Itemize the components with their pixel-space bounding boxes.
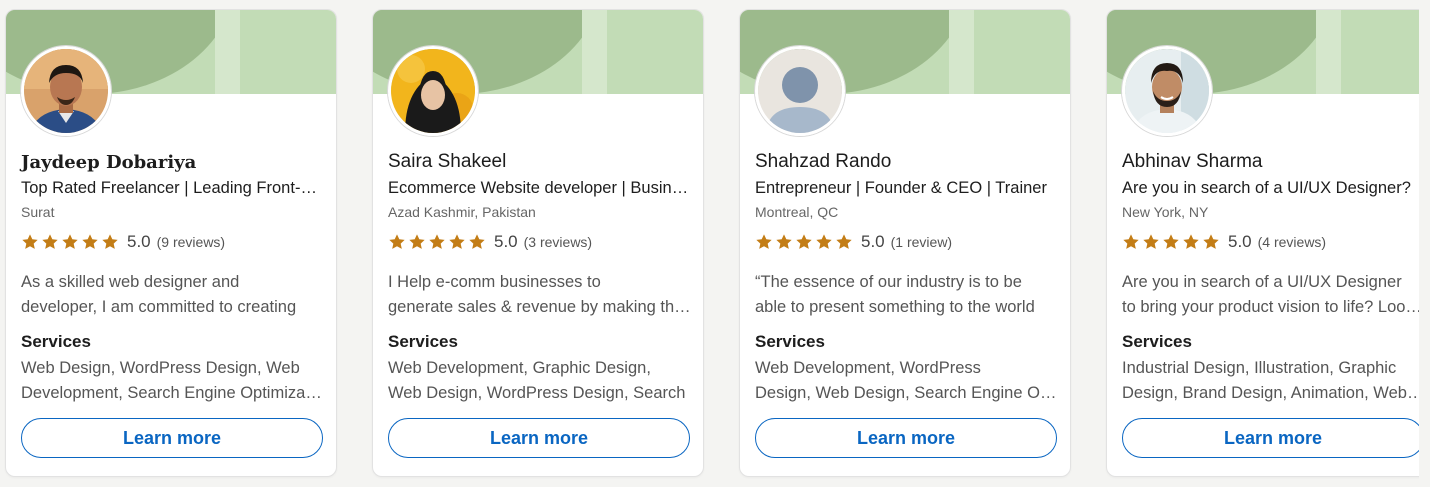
review-count[interactable]: (4 reviews) — [1258, 234, 1326, 250]
profile-card[interactable]: Jaydeep Dobariya Top Rated Freelancer | … — [5, 9, 337, 477]
services-list: Industrial Design, Illustration, Graphic… — [1122, 356, 1419, 406]
star-icon — [42, 234, 58, 249]
services-line: Industrial Design, Illustration, Graphic — [1122, 359, 1397, 377]
star-icon — [796, 234, 812, 249]
summary-line: “The essence of our industry is to be — [755, 273, 1022, 291]
summary-line: generate sales & revenue by making them — [388, 298, 691, 316]
review-count[interactable]: (1 review) — [891, 234, 952, 250]
services-heading: Services — [21, 332, 91, 351]
star-icon — [22, 234, 38, 249]
star-icon — [449, 234, 465, 249]
learn-more-button[interactable]: Learn more — [1122, 418, 1419, 458]
star-icon — [102, 234, 118, 249]
services-line: Web Development, Graphic Design, — [388, 359, 651, 377]
profile-headline: Are you in search of a UI/UX Designer? — [1122, 179, 1411, 197]
star-icon — [1163, 234, 1179, 249]
services-line: Design, Brand Design, Animation, Web Des… — [1122, 384, 1419, 402]
profile-summary: Are you in search of a UI/UX Designer to… — [1122, 270, 1419, 320]
rating-row: 5.0 (4 reviews) — [1122, 231, 1326, 253]
profile-headline: Top Rated Freelancer | Leading Front-End… — [21, 179, 324, 197]
summary-line: developer, I am committed to creating — [21, 298, 297, 316]
star-icon — [429, 234, 445, 249]
star-icon — [756, 234, 772, 249]
rating-value: 5.0 — [861, 232, 885, 251]
review-count[interactable]: (9 reviews) — [157, 234, 225, 250]
star-icon — [82, 234, 98, 249]
rating-value: 5.0 — [127, 232, 151, 251]
profile-photo-abhinav[interactable] — [1122, 46, 1212, 136]
summary-line: Are you in search of a UI/UX Designer — [1122, 273, 1402, 291]
star-icon — [389, 234, 405, 249]
rating-value: 5.0 — [1228, 232, 1252, 251]
profile-name[interactable]: Shahzad Rando — [755, 151, 891, 173]
summary-line: able to present something to the world — [755, 298, 1035, 316]
services-list: Web Development, WordPress Design, Web D… — [755, 356, 1058, 406]
star-rating — [755, 233, 853, 251]
summary-line: I Help e-comm businesses to — [388, 273, 601, 291]
services-heading: Services — [1122, 332, 1192, 351]
summary-line: As a skilled web designer and — [21, 273, 240, 291]
services-heading: Services — [755, 332, 825, 351]
rating-value: 5.0 — [494, 232, 518, 251]
services-list: Web Development, Graphic Design, Web Des… — [388, 356, 691, 406]
review-count[interactable]: (3 reviews) — [524, 234, 592, 250]
profile-summary: As a skilled web designer and developer,… — [21, 270, 324, 320]
rating-row: 5.0 (9 reviews) — [21, 231, 225, 253]
star-rating — [1122, 233, 1220, 251]
rating-row: 5.0 (1 review) — [755, 231, 952, 253]
star-icon — [836, 234, 852, 249]
profile-headline: Ecommerce Website developer | Business G… — [388, 179, 691, 197]
profile-summary: “The essence of our industry is to be ab… — [755, 270, 1058, 320]
star-icon — [62, 234, 78, 249]
star-rating — [388, 233, 486, 251]
services-line: Web Development, WordPress — [755, 359, 981, 377]
star-icon — [816, 234, 832, 249]
star-icon — [469, 234, 485, 249]
profile-name[interactable]: Jaydeep Dobariya — [21, 152, 196, 173]
profile-location: Montreal, QC — [755, 204, 839, 220]
profile-location: New York, NY — [1122, 204, 1209, 220]
services-line: Web Design, WordPress Design, Web — [21, 359, 300, 377]
star-icon — [1183, 234, 1199, 249]
default-avatar-icon[interactable] — [755, 46, 845, 136]
learn-more-button[interactable]: Learn more — [21, 418, 323, 458]
services-line: Design, Web Design, Search Engine Optimi… — [755, 384, 1058, 402]
profile-card[interactable]: Shahzad Rando Entrepreneur | Founder & C… — [739, 9, 1071, 477]
services-line: Development, Search Engine Optimization — [21, 384, 324, 402]
profile-name[interactable]: Abhinav Sharma — [1122, 151, 1262, 173]
services-line: Web Design, WordPress Design, Search — [388, 384, 686, 402]
services-heading: Services — [388, 332, 458, 351]
summary-line: to bring your product vision to life? Lo… — [1122, 298, 1419, 316]
profile-summary: I Help e-comm businesses to generate sal… — [388, 270, 691, 320]
profile-location: Surat — [21, 204, 55, 220]
profile-headline: Entrepreneur | Founder & CEO | Trainer — [755, 179, 1047, 197]
star-icon — [1143, 234, 1159, 249]
learn-more-button[interactable]: Learn more — [755, 418, 1057, 458]
star-icon — [409, 234, 425, 249]
profile-card[interactable]: Saira Shakeel Ecommerce Website develope… — [372, 9, 704, 477]
star-icon — [776, 234, 792, 249]
star-icon — [1123, 234, 1139, 249]
profile-card[interactable]: Abhinav Sharma Are you in search of a UI… — [1106, 9, 1419, 477]
profile-photo-saira[interactable] — [388, 46, 478, 136]
services-list: Web Design, WordPress Design, Web Develo… — [21, 356, 324, 406]
profile-location: Azad Kashmir, Pakistan — [388, 204, 536, 220]
learn-more-button[interactable]: Learn more — [388, 418, 690, 458]
rating-row: 5.0 (3 reviews) — [388, 231, 592, 253]
profile-card-carousel: Jaydeep Dobariya Top Rated Freelancer | … — [0, 0, 1419, 487]
profile-photo-jaydeep[interactable] — [21, 46, 111, 136]
star-icon — [1203, 234, 1219, 249]
profile-name[interactable]: Saira Shakeel — [388, 151, 506, 173]
star-rating — [21, 233, 119, 251]
